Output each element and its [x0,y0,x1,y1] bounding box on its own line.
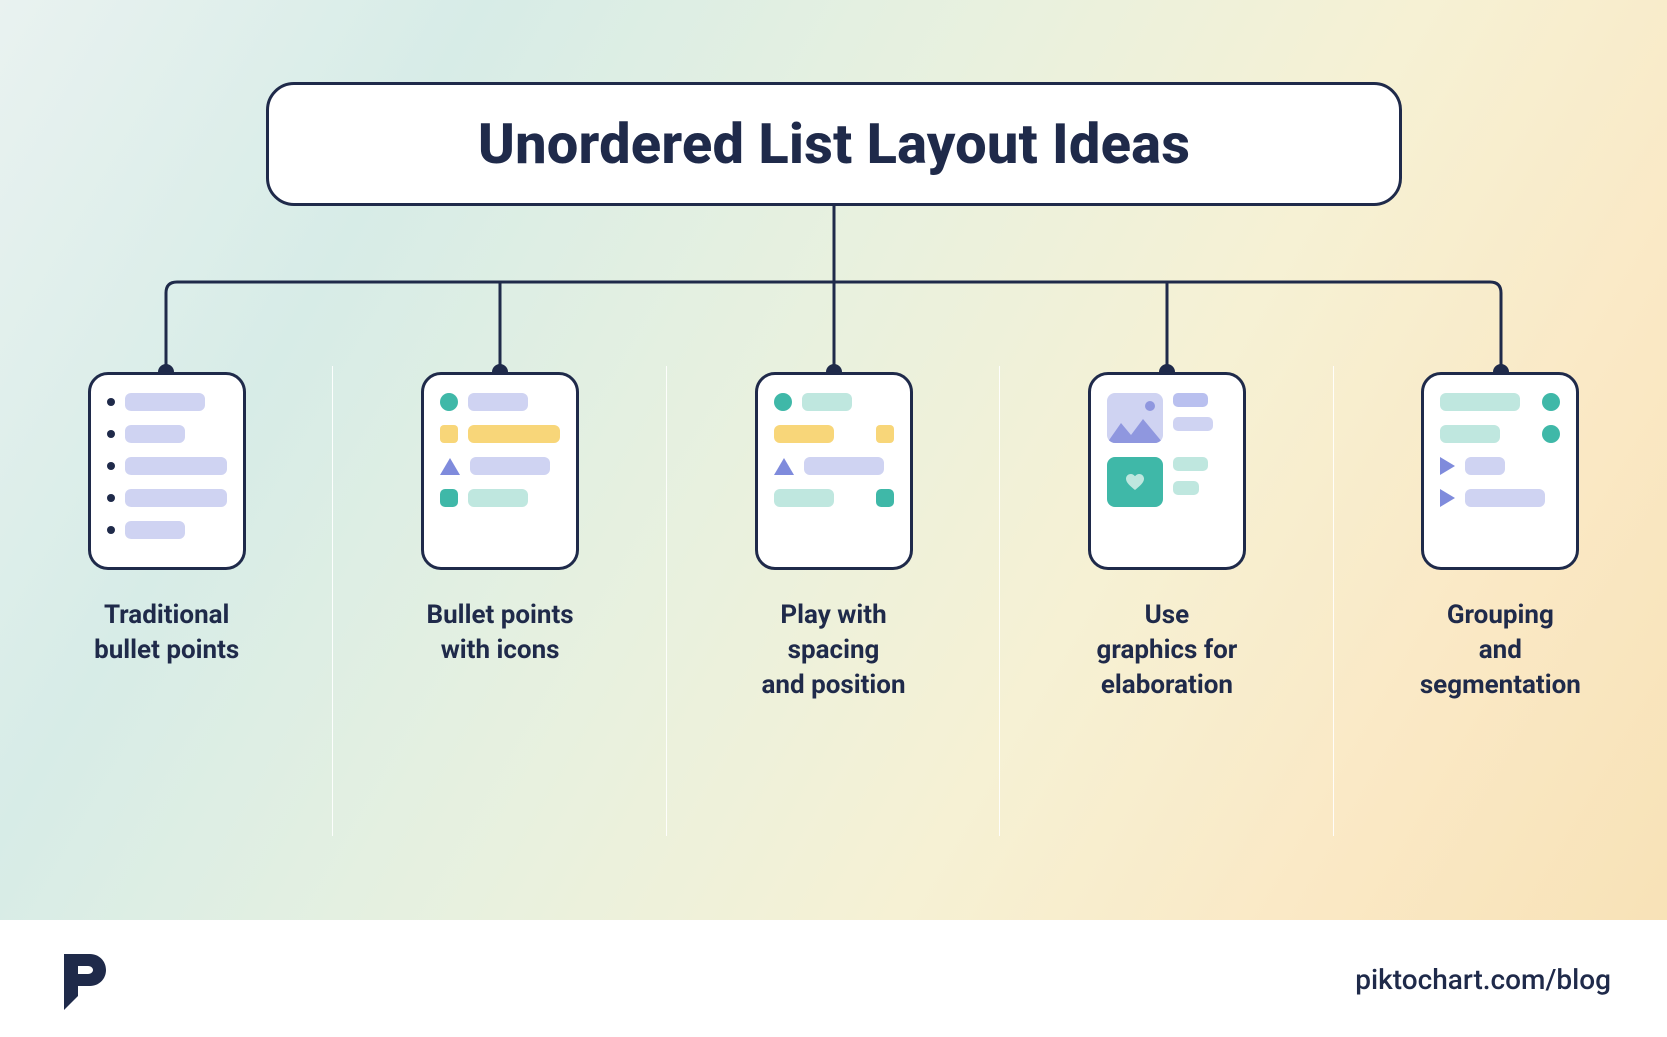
placeholder-bar [125,425,185,443]
placeholder-bar [468,425,560,443]
card-traditional-bullets [88,372,246,570]
placeholder-bar [804,457,884,475]
card-label: Bullet pointswith icons [427,598,574,668]
card-slot-traditional: Traditionalbullet points [0,372,333,842]
heart-tile-icon [1107,457,1163,507]
placeholder-bar [470,457,550,475]
placeholder-bar [802,393,852,411]
cards-row: Traditionalbullet points Bullet pointswi… [0,372,1667,842]
square-icon [876,425,894,443]
card-label: Traditionalbullet points [94,598,239,668]
placeholder-bar [1173,457,1208,471]
placeholder-bar [125,393,205,411]
card-slot-grouping: Groupingandsegmentation [1334,372,1667,842]
circle-icon [440,393,458,411]
play-icon [1440,457,1455,475]
triangle-icon [774,458,794,475]
placeholder-bar [1465,489,1545,507]
placeholder-bar [125,489,227,507]
diagram-canvas: Unordered List Layout Ideas [0,0,1667,920]
card-spacing-position [755,372,913,570]
card-slot-spacing: Play withspacingand position [667,372,1000,842]
card-grouping-segmentation [1421,372,1579,570]
card-slot-icons: Bullet pointswith icons [333,372,666,842]
placeholder-bar [468,393,528,411]
placeholder-bar [1173,417,1213,431]
footer: piktochart.com/blog [0,921,1667,1037]
bullet-dot-icon [107,430,115,438]
title-box: Unordered List Layout Ideas [266,82,1402,206]
square-icon [440,425,458,443]
card-slot-graphics: Usegraphics forelaboration [1000,372,1333,842]
site-url: piktochart.com/blog [1355,963,1611,996]
placeholder-bar [1465,457,1505,475]
bullet-dot-icon [107,526,115,534]
placeholder-bar [125,521,185,539]
placeholder-bar [125,457,227,475]
placeholder-bar [774,425,834,443]
card-label: Usegraphics forelaboration [1097,598,1238,703]
brand-logo [56,948,108,1010]
piktochart-logo-icon [56,948,108,1010]
card-bullets-with-icons [421,372,579,570]
diagram-stage: Unordered List Layout Ideas [0,0,1667,1037]
triangle-icon [440,458,460,475]
placeholder-bar [1173,481,1199,495]
circle-icon [1542,393,1560,411]
rounded-square-icon [876,489,894,507]
placeholder-bar [468,489,528,507]
bullet-dot-icon [107,398,115,406]
image-placeholder-icon [1107,393,1163,443]
card-label: Groupingandsegmentation [1420,598,1581,703]
title-text: Unordered List Layout Ideas [478,111,1190,177]
card-graphics-elaboration [1088,372,1246,570]
play-icon [1440,489,1455,507]
placeholder-bar [1440,393,1520,411]
circle-icon [1542,425,1560,443]
rounded-square-icon [440,489,458,507]
placeholder-bar [774,489,834,507]
placeholder-bar [1440,425,1500,443]
bullet-dot-icon [107,462,115,470]
card-label: Play withspacingand position [761,598,905,703]
bullet-dot-icon [107,494,115,502]
placeholder-bar [1173,393,1208,407]
circle-icon [774,393,792,411]
